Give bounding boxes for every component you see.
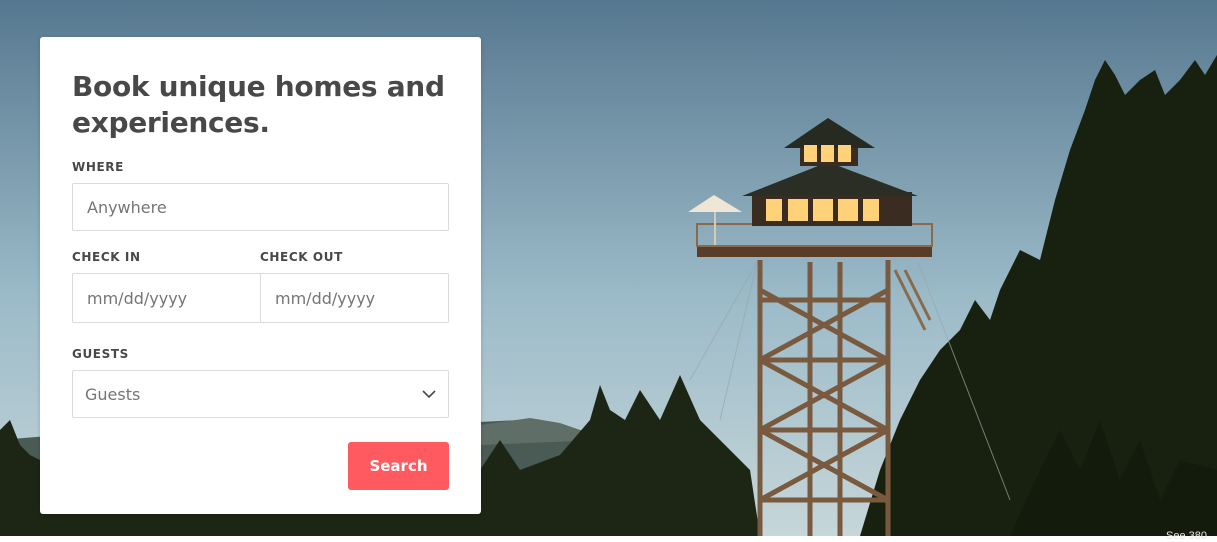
check-in-input[interactable] [85,287,248,309]
guests-select[interactable]: Guests [72,370,449,418]
check-out-field[interactable] [260,274,448,322]
search-button[interactable]: Search [348,442,449,490]
where-label: WHERE [72,160,124,174]
page-title: Book unique homes and experiences. [72,70,445,139]
check-out-label: CHECK OUT [260,250,343,264]
where-input[interactable] [85,196,436,218]
dates-group: CHECK IN CHECK OUT [72,250,449,323]
search-card: Book unique homes and experiences. WHERE… [40,37,481,514]
where-group: WHERE [72,160,449,231]
where-field[interactable] [72,183,449,231]
guests-label: GUESTS [72,347,129,361]
date-range-field [72,273,449,323]
check-in-label: CHECK IN [72,250,141,264]
date-labels: CHECK IN CHECK OUT [72,250,449,273]
guests-group: GUESTS Guests [72,347,449,418]
check-in-field[interactable] [73,274,260,322]
chevron-down-icon [422,389,436,398]
guests-select-value: Guests [85,384,141,404]
photo-credit-text: See 380 [1166,530,1207,542]
check-out-input[interactable] [273,287,436,309]
